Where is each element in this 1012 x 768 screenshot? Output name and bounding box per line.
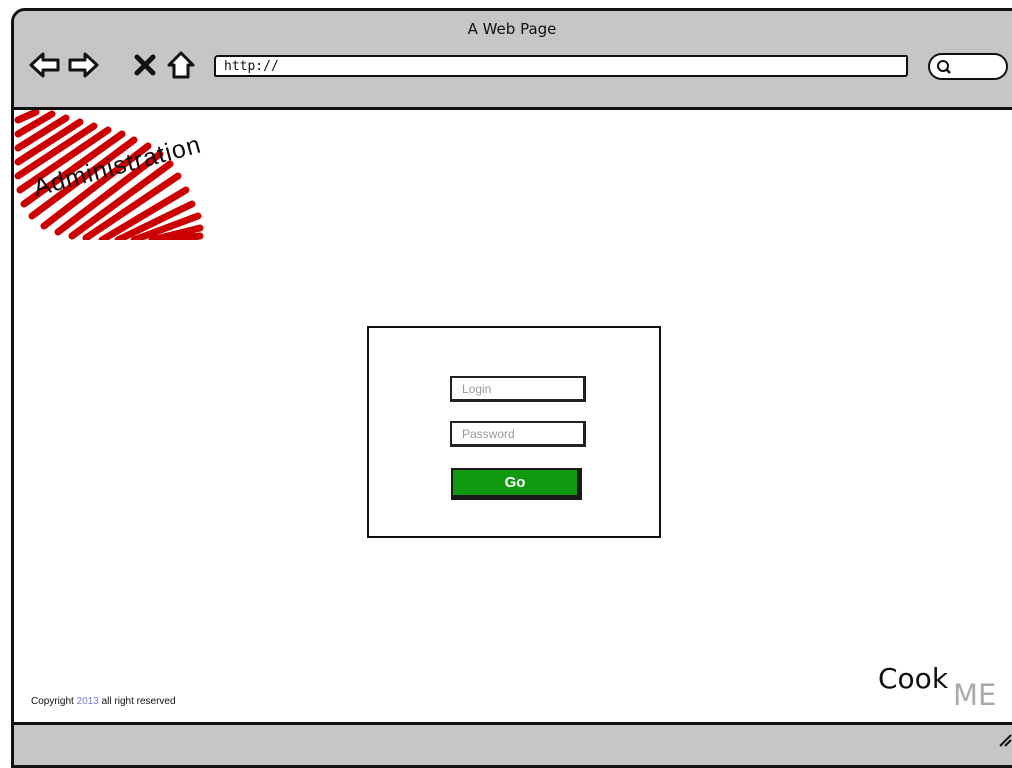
footer-logo: Cook ME xyxy=(878,662,1012,722)
copyright-notice: Copyright 2013 all right reserved xyxy=(31,696,176,707)
login-input[interactable] xyxy=(450,376,586,402)
copyright-prefix: Copyright xyxy=(31,696,74,707)
forward-arrow-icon[interactable] xyxy=(66,48,100,82)
resize-grip-icon[interactable] xyxy=(998,733,1012,747)
login-panel: Go xyxy=(367,326,661,538)
footer-logo-me: ME xyxy=(953,678,997,712)
footer-logo-cook: Cook xyxy=(878,662,949,695)
search-button[interactable] xyxy=(928,53,1008,80)
home-icon[interactable] xyxy=(164,48,198,82)
copyright-year: 2013 xyxy=(76,696,99,707)
address-bar[interactable] xyxy=(214,55,908,77)
window-title: A Web Page xyxy=(467,20,557,38)
copyright-suffix: all right reserved xyxy=(101,696,176,707)
stop-icon[interactable] xyxy=(128,48,162,82)
status-bar xyxy=(14,722,1012,765)
back-arrow-icon[interactable] xyxy=(28,48,62,82)
page-content: Administration Go Copyright 2013 all rig… xyxy=(14,110,1012,765)
browser-toolbar: A Web Page xyxy=(14,11,1012,110)
go-button[interactable]: Go xyxy=(451,468,582,500)
password-input[interactable] xyxy=(450,421,586,447)
search-icon xyxy=(937,60,951,74)
browser-window: A Web Page http:// Administration Login … xyxy=(11,8,1012,768)
